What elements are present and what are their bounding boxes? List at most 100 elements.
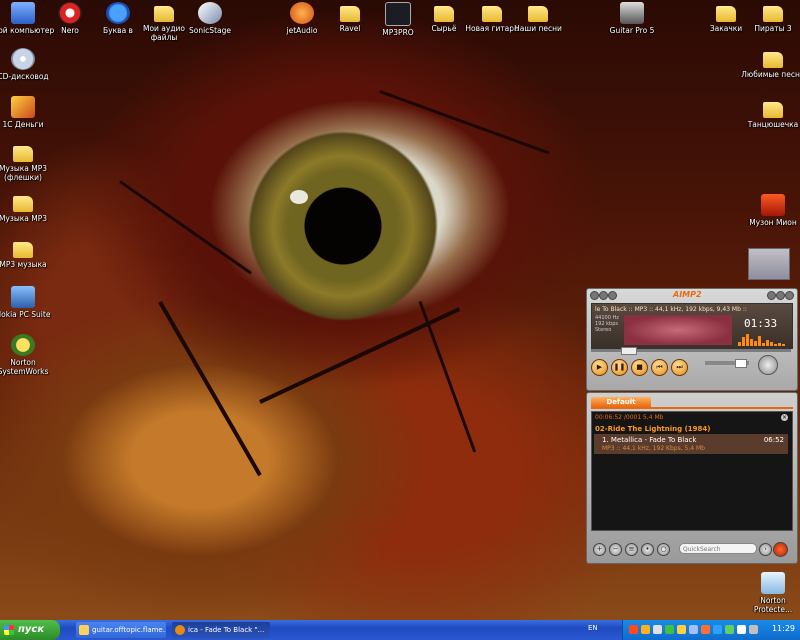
money-shortcut[interactable]: 1С Деньги [0,96,55,129]
norton-shortcut[interactable]: Norton SystemWorks [0,334,55,376]
find-icon[interactable]: ○ [657,543,670,556]
add-files-button[interactable]: + [593,543,606,556]
track-scroll-text: le To Black :: MP3 :: 44,1 kHz, 192 kbps… [595,306,747,313]
shade-icon[interactable] [767,291,776,300]
tray-app-icon[interactable] [701,625,710,634]
seek-bar[interactable] [591,347,791,355]
tray-app-icon[interactable] [725,625,734,634]
nokia-shortcut[interactable]: Nokia PC Suite [0,286,55,319]
playlist-list[interactable]: 00:06:52 /0001 5,4 Mb × 02-Ride The Ligh… [591,411,793,531]
language-indicator[interactable]: EN [588,624,598,632]
fav-songs-folder[interactable]: Любимые песни [741,48,800,79]
mp3-music-folder[interactable]: MP3 музыка [0,238,55,269]
icon-label: MP3 музыка [0,260,47,269]
icon-label: Norton SystemWorks [0,358,49,376]
visualization[interactable] [624,315,732,345]
minimize-window-icon[interactable] [776,291,785,300]
taskbar-item-label: ica - Fade To Black "... [188,626,265,634]
clock[interactable]: 11:29 [772,624,795,633]
playlist-summary: 00:06:52 /0001 5,4 Mb [595,414,664,421]
aimp-icon [175,625,185,635]
stream-info: 44100 Hz 192 kbps Stereo [595,315,619,333]
taskbar-item-aimp[interactable]: ica - Fade To Black "... [172,622,270,638]
next-button[interactable]: ⏭ [671,359,688,376]
wallpaper-crack [119,180,252,275]
tray-icon[interactable] [608,291,617,300]
sonicstage-icon [198,2,222,24]
start-button[interactable]: пуск [0,620,60,640]
tray-app-icon[interactable] [653,625,662,634]
wallpaper-crack [379,90,550,155]
close-icon[interactable] [785,291,794,300]
icon-label: CD-дисковод [0,72,49,81]
computer-icon [11,2,35,24]
icon-label: SonicStage [189,26,231,35]
icon-label: Guitar Pro 5 [609,26,655,35]
play-button[interactable]: ▶ [591,359,608,376]
misc-button[interactable]: • [641,543,654,556]
wallpaper-crack [158,301,262,477]
remove-files-button[interactable]: − [609,543,622,556]
icon-label: 1С Деньги [2,120,44,129]
icon-label: Музон Мион [749,218,797,227]
tray-app-icon[interactable] [677,625,686,634]
jetaudio-icon [290,2,314,24]
time-display[interactable]: 01:33 [744,317,777,330]
guitar-pro-shortcut[interactable]: Guitar Pro 5 [600,2,664,35]
previous-button[interactable]: ⏮ [651,359,668,376]
folder-icon [434,6,454,22]
dance-folder[interactable]: Танцюшечка [741,98,800,129]
menu-icon[interactable] [590,291,599,300]
internet-explorer-icon [106,2,130,24]
sort-button[interactable]: ≡ [625,543,638,556]
our-songs-folder[interactable]: Наши песни [506,2,570,33]
music-app-icon [761,194,785,216]
notepad-widget[interactable] [748,248,790,280]
tray-app-icon[interactable] [629,625,638,634]
recycle-bin[interactable]: Norton Protecte... [741,572,800,614]
windows-logo-icon [4,625,14,635]
search-go-button[interactable]: › [759,543,772,556]
folder-icon [13,196,33,212]
folder-icon [763,102,783,118]
icon-label: Музыка MP3 (флешки) [0,164,48,182]
tray-app-icon[interactable] [689,625,698,634]
stop-button[interactable]: ■ [631,359,648,376]
channels: Stereo [595,327,612,333]
balance-knob[interactable] [758,355,778,375]
music-flash-folder[interactable]: Музыка MP3 (флешки) [0,142,55,182]
sonicstage-shortcut[interactable]: SonicStage [178,2,242,35]
muzon-shortcut[interactable]: Музон Мион [741,194,800,227]
recycle-bin-icon [761,572,785,594]
close-playlist-icon[interactable]: × [781,414,788,421]
icon-label: Наши песни [514,24,562,33]
aimp-player[interactable]: AIMP2 le To Black :: MP3 :: 44,1 kHz, 19… [586,288,798,391]
seek-handle[interactable] [621,347,637,355]
tray-app-icon[interactable] [713,625,722,634]
volume-slider[interactable] [705,359,749,368]
browser-icon [79,625,89,635]
quick-search-input[interactable]: QuickSearch [679,543,757,554]
tray-app-icon[interactable] [641,625,650,634]
speaker-icon[interactable] [749,625,758,634]
album-group[interactable]: 02-Ride The Lightning (1984) [595,425,710,433]
playlist-window[interactable]: Default 00:06:52 /0001 5,4 Mb × 02-Ride … [586,392,798,564]
playlist-track[interactable]: 1. Metallica - Fade To Black 06:52 MP3 :… [594,434,788,454]
volume-handle[interactable] [735,359,747,368]
folder-icon [13,242,33,258]
record-button[interactable] [773,542,788,557]
cd-drive-icon-shortcut[interactable]: CD-дисковод [0,48,55,81]
pause-button[interactable]: ❚❚ [611,359,628,376]
tab-default[interactable]: Default [591,397,651,407]
taskbar-item-browser[interactable]: guitar.offtopic.flame... [76,622,166,638]
pirates-folder[interactable]: Пираты 3 [741,2,800,33]
eye-highlight [290,190,308,204]
icon-label: Любимые песни [741,70,800,79]
music-mp3-folder[interactable]: Музыка MP3 [0,192,55,223]
tray-app-icon[interactable] [737,625,746,634]
tray-app-icon[interactable] [665,625,674,634]
folder-icon [528,6,548,22]
minimize-icon[interactable] [599,291,608,300]
aimp-titlebar[interactable]: AIMP2 [587,289,797,300]
folder-icon [154,6,174,22]
